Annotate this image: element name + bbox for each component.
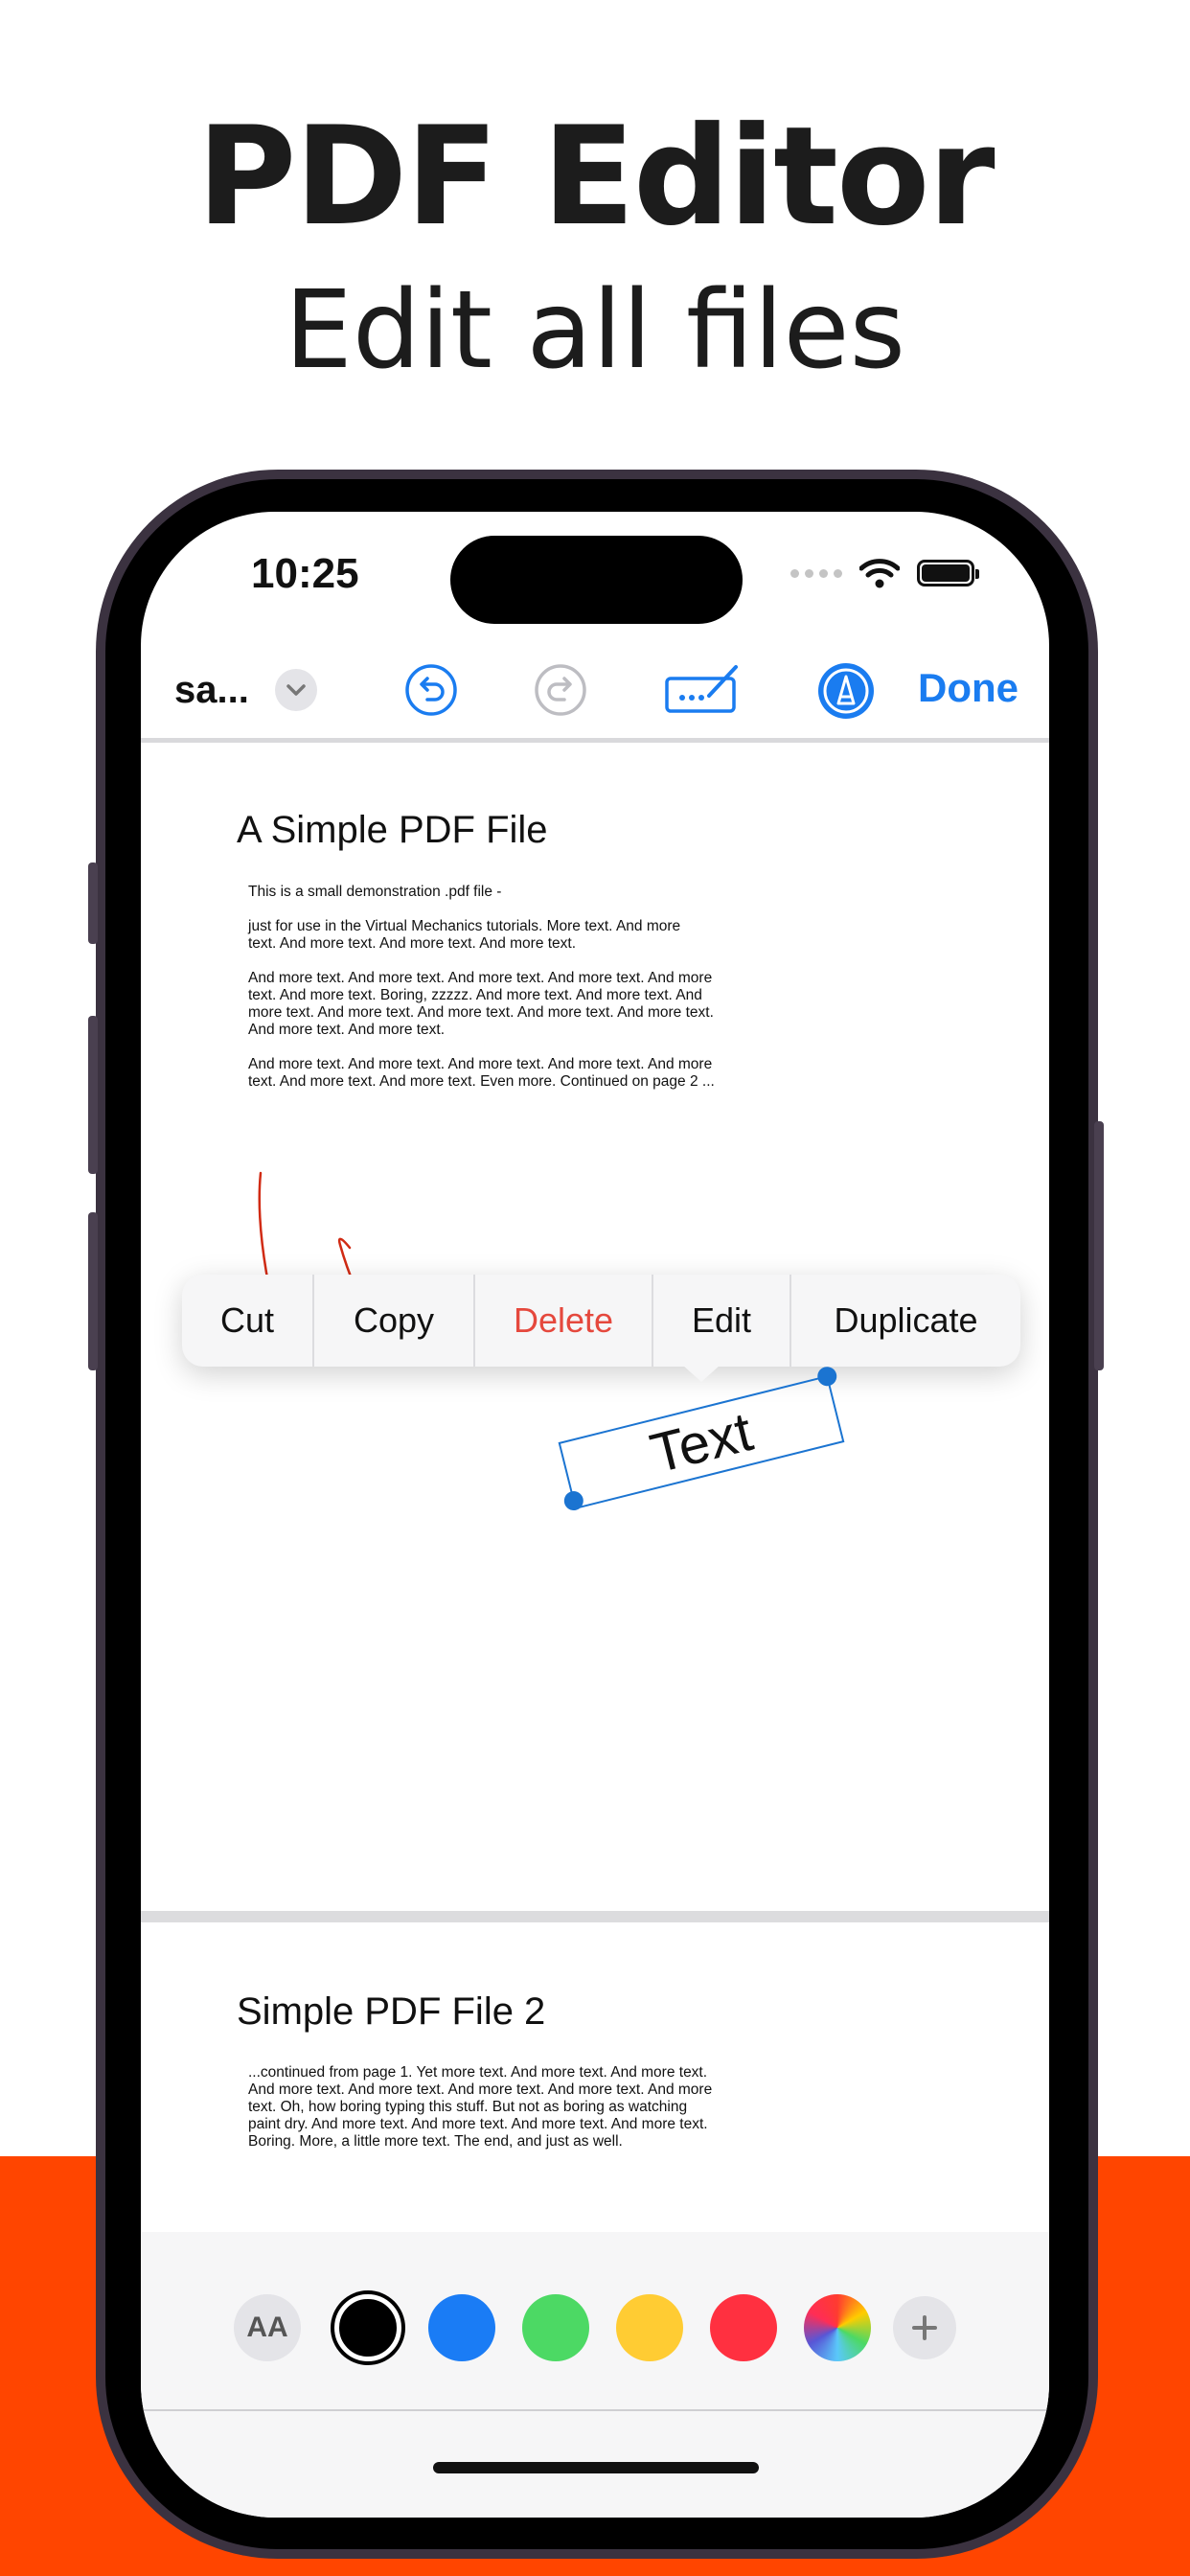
headline: PDF Editor Edit all files (0, 96, 1190, 393)
pdf-page2-title: Simple PDF File 2 (237, 1990, 546, 2033)
pdf-page1-paragraph-4: And more text. And more text. And more t… (248, 1056, 715, 1090)
signal-icon (790, 568, 842, 578)
menu-item-delete[interactable]: Delete (475, 1275, 653, 1367)
redo-button[interactable] (534, 663, 587, 722)
menu-item-edit[interactable]: Edit (653, 1275, 791, 1367)
dynamic-island (450, 536, 743, 624)
color-palette-bar (141, 2232, 1049, 2518)
color-green[interactable] (522, 2294, 589, 2361)
document-title[interactable]: sa... (174, 669, 249, 712)
pdf-page1-paragraph-3: And more text. And more text. And more t… (248, 970, 714, 1038)
page-divider (141, 1911, 1049, 1922)
toolbar-divider (141, 738, 1049, 743)
font-size-button[interactable]: AA (234, 2294, 301, 2361)
text-annotation[interactable]: Text (558, 1365, 845, 1513)
markup-button[interactable] (816, 661, 876, 725)
chevron-down-icon (286, 684, 306, 696)
markup-pen-icon (818, 663, 874, 719)
color-red[interactable] (710, 2294, 777, 2361)
context-menu-pointer (682, 1365, 721, 1382)
volume-down-button (88, 1212, 98, 1370)
signature-button[interactable] (663, 661, 742, 720)
battery-icon (917, 560, 979, 586)
pdf-page1-paragraph-2: just for use in the Virtual Mechanics tu… (248, 918, 681, 952)
resize-handle-left[interactable] (561, 1488, 585, 1513)
palette-divider (141, 2409, 1049, 2411)
color-blue[interactable] (428, 2294, 495, 2361)
title-menu-button[interactable] (275, 669, 317, 711)
resize-handle-right[interactable] (815, 1365, 839, 1389)
plus-icon (912, 2315, 937, 2340)
pdf-page1-paragraph-1: This is a small demonstration .pdf file … (248, 884, 502, 900)
phone-screen: 10:25 sa... Done A Simple PDF File This … (141, 512, 1049, 2518)
wifi-icon (859, 559, 900, 588)
menu-item-cut[interactable]: Cut (182, 1275, 314, 1367)
status-icons (790, 558, 979, 588)
volume-up-button (88, 1016, 98, 1174)
menu-item-duplicate[interactable]: Duplicate (791, 1275, 1020, 1367)
pdf-page2-paragraph: ...continued from page 1. Yet more text.… (248, 2064, 713, 2150)
pdf-page1-title: A Simple PDF File (237, 809, 548, 851)
color-yellow[interactable] (616, 2294, 683, 2361)
signature-icon (665, 665, 738, 713)
power-button (1094, 1121, 1104, 1370)
color-black[interactable] (334, 2294, 401, 2361)
add-tool-button[interactable] (893, 2296, 956, 2359)
headline-subtitle: Edit all files (285, 268, 905, 393)
status-time: 10:25 (251, 550, 359, 597)
headline-title: PDF Editor (196, 98, 995, 256)
color-picker-icon[interactable] (804, 2294, 871, 2361)
editor-toolbar: sa... Done (141, 646, 1049, 742)
context-menu: Cut Copy Delete Edit Duplicate (182, 1275, 1020, 1367)
menu-item-copy[interactable]: Copy (314, 1275, 475, 1367)
done-button[interactable]: Done (918, 665, 1018, 711)
home-indicator[interactable] (433, 2462, 759, 2473)
text-annotation-label: Text (644, 1399, 759, 1485)
action-button (88, 862, 98, 944)
undo-button[interactable] (404, 663, 458, 722)
undo-icon (405, 664, 457, 716)
redo-icon (535, 664, 586, 716)
